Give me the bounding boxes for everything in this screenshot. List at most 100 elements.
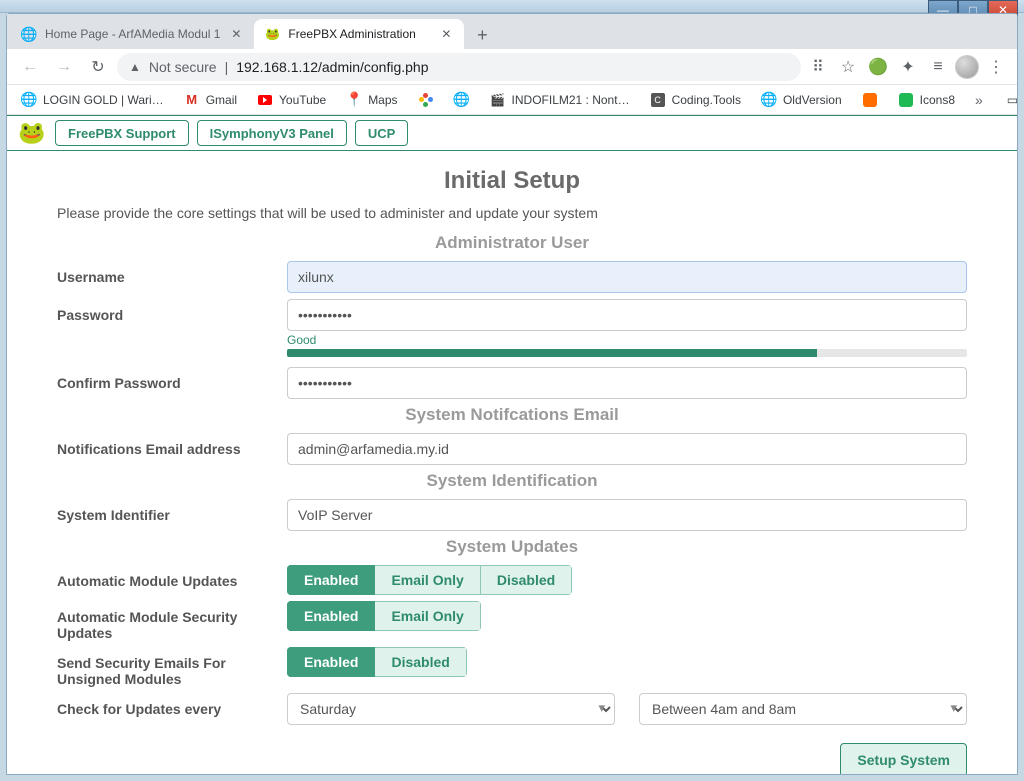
setup-system-button[interactable]: Setup System (840, 743, 967, 774)
row-password: Password Good (57, 299, 967, 361)
tab-strip: 🌐 Home Page - ArfAMedia Modul 1 ✕ 🐸 Free… (7, 14, 1017, 49)
bookmarks-overflow-button[interactable]: » (967, 88, 991, 112)
row-confirm-password: Confirm Password (57, 367, 967, 399)
bookmark-label: Gmail (206, 93, 237, 107)
label-check-updates: Check for Updates every (57, 693, 287, 717)
page-content: Initial Setup Please provide the core se… (7, 151, 1017, 774)
label-username: Username (57, 261, 287, 285)
browser-window: 🌐 Home Page - ArfAMedia Modul 1 ✕ 🐸 Free… (6, 13, 1018, 775)
bookmark-label: INDOFILM21 : Nont… (512, 93, 630, 107)
password-strength-bar (287, 349, 817, 357)
bookmark-item[interactable] (410, 88, 442, 112)
row-send-security-emails: Send Security Emails For Unsigned Module… (57, 647, 967, 687)
url-separator: | (225, 59, 229, 75)
row-auto-security-updates: Automatic Module Security Updates Enable… (57, 601, 967, 641)
address-bar: ← → ↻ ▲ Not secure | 192.168.1.12/admin/… (7, 49, 1017, 85)
section-header-identification: System Identification (57, 471, 967, 491)
bookmark-label: LOGIN GOLD | Wari… (43, 93, 164, 107)
reading-list-icon: ▭ (1007, 93, 1018, 107)
bookmark-item[interactable]: 🎬 INDOFILM21 : Nont… (482, 88, 638, 112)
nav-ucp[interactable]: UCP (355, 120, 408, 146)
app-header: 🐸 FreePBX Support ISymphonyV3 Panel UCP (7, 115, 1017, 151)
bookmark-item[interactable]: 📍Maps (338, 88, 405, 112)
tab-title: FreePBX Administration (288, 27, 430, 41)
translate-icon[interactable]: ⠿ (805, 54, 831, 80)
bookmark-item[interactable] (854, 88, 886, 112)
check-day-select[interactable]: Saturday (287, 693, 615, 725)
toggle-auto-module-updates: Enabled Email Only Disabled (287, 565, 572, 595)
security-status: Not secure (149, 59, 217, 75)
tab-close-button[interactable]: ✕ (438, 26, 454, 42)
coding-tools-icon: C (650, 92, 666, 108)
nav-freepbx-support[interactable]: FreePBX Support (55, 120, 189, 146)
bookmark-item[interactable]: 🌐LOGIN GOLD | Wari… (13, 88, 172, 112)
row-check-updates: Check for Updates every Saturday Between… (57, 693, 967, 725)
nav-forward-button[interactable]: → (49, 52, 79, 82)
bookmark-label: Coding.Tools (672, 93, 741, 107)
row-system-identifier: System Identifier (57, 499, 967, 531)
url-field[interactable]: ▲ Not secure | 192.168.1.12/admin/config… (117, 53, 801, 81)
label-password: Password (57, 299, 287, 323)
freepbx-logo-icon: 🐸 (17, 118, 47, 148)
extensions-puzzle-icon[interactable]: ✦ (895, 54, 921, 80)
site-icon: 🎬 (490, 92, 506, 108)
bookmark-label: YouTube (279, 93, 326, 107)
bookmark-star-icon[interactable]: ☆ (835, 54, 861, 80)
bookmark-item[interactable]: Icons8 (890, 88, 963, 112)
toggle-option-disabled[interactable]: Disabled (481, 565, 572, 595)
icons8-icon (898, 92, 914, 108)
password-input[interactable] (287, 299, 967, 331)
confirm-password-input[interactable] (287, 367, 967, 399)
site-icon (862, 92, 878, 108)
browser-tab-active[interactable]: 🐸 FreePBX Administration ✕ (254, 19, 464, 49)
extension-icon[interactable]: 🟢 (865, 54, 891, 80)
toggle-option-disabled[interactable]: Disabled (375, 647, 466, 677)
globe-icon: 🌐 (454, 92, 470, 108)
new-tab-button[interactable]: + (468, 21, 496, 49)
bookmark-label: OldVersion (783, 93, 842, 107)
system-identifier-input[interactable] (287, 499, 967, 531)
bookmark-label: Icons8 (920, 93, 955, 107)
browser-tab[interactable]: 🌐 Home Page - ArfAMedia Modul 1 ✕ (11, 19, 254, 49)
globe-icon: 🌐 (761, 92, 777, 108)
nav-back-button[interactable]: ← (15, 52, 45, 82)
bookmark-item[interactable]: 🌐 (446, 88, 478, 112)
bookmark-item[interactable]: 🌐 OldVersion (753, 88, 850, 112)
row-notification-email: Notifications Email address (57, 433, 967, 465)
chrome-menu-button[interactable]: ⋮ (983, 54, 1009, 80)
bookmark-item[interactable]: C Coding.Tools (642, 88, 749, 112)
notification-email-input[interactable] (287, 433, 967, 465)
toggle-option-enabled[interactable]: Enabled (287, 601, 375, 631)
reading-list-button[interactable]: ▭ Reading list (999, 82, 1024, 118)
playlist-icon[interactable]: ≡ (925, 54, 951, 80)
toggle-option-email-only[interactable]: Email Only (375, 565, 480, 595)
tab-title: Home Page - ArfAMedia Modul 1 (45, 27, 220, 41)
username-input[interactable] (287, 261, 967, 293)
section-header-notifications: System Notifcations Email (57, 405, 967, 425)
globe-icon: 🌐 (21, 26, 37, 42)
bookmark-item[interactable]: YouTube (249, 88, 334, 112)
bookmark-item[interactable]: MGmail (176, 88, 245, 112)
toggle-auto-security-updates: Enabled Email Only (287, 601, 481, 631)
page-lead: Please provide the core settings that wi… (57, 205, 967, 221)
maps-pin-icon: 📍 (346, 92, 362, 108)
toggle-option-enabled[interactable]: Enabled (287, 647, 375, 677)
url-text: 192.168.1.12/admin/config.php (236, 59, 428, 75)
profile-avatar[interactable] (955, 55, 979, 79)
insecure-icon: ▲ (129, 60, 141, 74)
nav-isymphony-panel[interactable]: ISymphonyV3 Panel (197, 120, 347, 146)
check-time-select[interactable]: Between 4am and 8am (639, 693, 967, 725)
label-auto-module-updates: Automatic Module Updates (57, 565, 287, 589)
label-send-security-emails: Send Security Emails For Unsigned Module… (57, 647, 287, 687)
page-viewport[interactable]: 🐸 FreePBX Support ISymphonyV3 Panel UCP … (7, 115, 1017, 774)
toggle-option-email-only[interactable]: Email Only (375, 601, 480, 631)
window-titlebar (0, 0, 1024, 13)
section-header-updates: System Updates (57, 537, 967, 557)
nav-reload-button[interactable]: ↻ (83, 52, 113, 82)
tab-close-button[interactable]: ✕ (228, 26, 244, 42)
youtube-icon (257, 92, 273, 108)
password-strength-label: Good (287, 333, 967, 347)
toggle-option-enabled[interactable]: Enabled (287, 565, 375, 595)
label-auto-security-updates: Automatic Module Security Updates (57, 601, 287, 641)
toggle-send-security-emails: Enabled Disabled (287, 647, 467, 677)
